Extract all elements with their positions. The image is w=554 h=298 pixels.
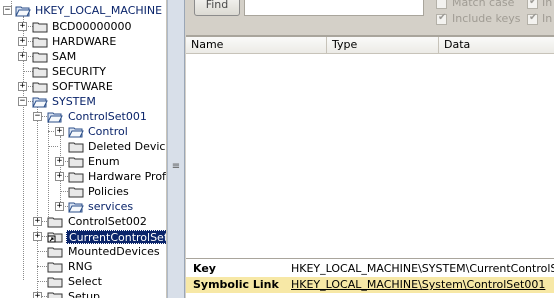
expand-icon[interactable]: + [18,52,27,61]
folder-icon [32,52,48,63]
open-folder-icon [68,127,84,138]
tree-item-label: MountedDevices [68,245,160,258]
symbolic-link-target[interactable]: HKEY_LOCAL_MACHINE\System\ControlSet001 [291,277,545,293]
tree-item-select[interactable]: Select [0,274,166,289]
column-header-data[interactable]: Data [439,37,554,54]
tree-item-label: HKEY_LOCAL_MACHINE [35,4,163,17]
expand-icon[interactable]: + [18,82,27,91]
folder-icon [32,82,48,93]
expand-icon[interactable]: + [55,157,64,166]
folder-icon [68,142,84,153]
tree-item-currentcontrolset[interactable]: + CurrentControlSet [0,229,166,244]
tree-item-label: SYSTEM [52,95,96,108]
tree-item-label: Deleted Device ID [88,140,166,153]
collapse-icon[interactable]: − [33,112,42,121]
tree-item-system[interactable]: − SYSTEM [0,94,166,109]
tree-item-controlset001[interactable]: − ControlSet001 [0,109,166,124]
tree-item-label: BCD00000000 [52,20,132,33]
tree-item-control[interactable]: + Control [0,124,166,139]
folder-icon [68,172,84,183]
expand-icon[interactable]: + [55,172,64,181]
tree-item-label: SOFTWARE [52,80,113,93]
shortcut-folder-icon [47,232,63,243]
column-header-name[interactable]: Name [186,37,327,54]
tree-item-label: Policies [88,185,129,198]
expand-icon[interactable]: + [33,232,42,241]
expand-icon[interactable]: + [33,217,42,226]
column-header-type[interactable]: Type [327,37,439,54]
tree-item-deleted-device-id[interactable]: Deleted Device ID [0,139,166,154]
tree-item-label: Hardware Profile [88,170,166,183]
expand-icon[interactable]: + [18,22,27,31]
folder-icon [47,277,63,288]
include-keys-label: Include keys [452,12,521,25]
open-folder-icon [32,97,48,108]
search-input[interactable] [244,0,424,16]
folder-icon [68,157,84,168]
folder-icon [47,262,63,273]
tree-item-label: Control [88,125,128,138]
tree-item-label: ControlSet002 [68,215,147,228]
collapse-icon[interactable]: − [3,6,12,15]
symbolic-link-label: Symbolic Link [193,278,279,291]
tree-item-mounteddevices[interactable]: MountedDevices [0,244,166,259]
tree-item-security[interactable]: SECURITY [0,64,166,79]
key-row: Key HKEY_LOCAL_MACHINE\SYSTEM\CurrentCon… [186,261,554,277]
tree-item-label: RNG [68,260,93,273]
find-button[interactable]: Find [194,0,240,16]
folder-icon [47,292,63,298]
tree-item-policies[interactable]: Policies [0,184,166,199]
expand-icon[interactable]: + [33,292,42,298]
registry-tree[interactable]: − HKEY_LOCAL_MACHINE + BCD00000000 + HAR… [0,0,167,298]
tree-item-label: ControlSet001 [68,110,147,123]
pane-splitter[interactable]: ≡ [167,0,185,298]
include-option-label: In [542,0,553,9]
include-option-checkbox[interactable] [527,12,538,25]
symbolic-link-row: Symbolic Link HKEY_LOCAL_MACHINE\System\… [186,277,554,293]
open-folder-icon [68,202,84,213]
tree-item-label: Select [68,275,102,288]
include-option-label: In [542,12,553,25]
tree-item-enum[interactable]: + Enum [0,154,166,169]
splitter-grip-icon: ≡ [171,161,181,172]
collapse-icon[interactable]: − [18,97,27,106]
tree-item-software[interactable]: + SOFTWARE [0,79,166,94]
open-folder-icon [47,112,63,123]
search-toolbar: Find Match case Include keys In In [186,0,554,36]
tree-item-hardware-profile[interactable]: + Hardware Profile [0,169,166,184]
key-path-value: HKEY_LOCAL_MACHINE\SYSTEM\CurrentControl… [291,262,554,275]
include-keys-checkbox[interactable] [436,12,447,25]
tree-item-label: SAM [52,50,77,63]
key-details-panel: Key HKEY_LOCAL_MACHINE\SYSTEM\CurrentCon… [186,258,554,298]
tree-item-services[interactable]: + services [0,199,166,214]
tree-item-hardware[interactable]: + HARDWARE [0,34,166,49]
tree-item-hklm[interactable]: − HKEY_LOCAL_MACHINE [0,3,166,18]
tree-item-label: services [88,200,134,213]
match-case-checkbox[interactable] [436,0,447,9]
tree-item-sam[interactable]: + SAM [0,49,166,64]
tree-item-label: SECURITY [52,65,106,78]
folder-icon [32,22,48,33]
folder-icon [47,247,63,258]
tree-item-label: Enum [88,155,120,168]
expand-icon[interactable]: + [55,202,64,211]
key-label: Key [193,262,216,275]
tree-item-label: Setup [68,290,101,298]
folder-icon [68,187,84,198]
tree-item-setup[interactable]: + Setup [0,289,166,298]
folder-icon [32,67,48,78]
expand-icon[interactable]: + [18,37,27,46]
tree-item-rng[interactable]: RNG [0,259,166,274]
folder-icon [47,217,63,228]
folder-icon [32,37,48,48]
tree-item-controlset002[interactable]: + ControlSet002 [0,214,166,229]
tree-item-label: HARDWARE [52,35,117,48]
include-option-checkbox[interactable] [527,0,538,9]
tree-item-bcd[interactable]: + BCD00000000 [0,19,166,34]
values-list[interactable]: Name Type Data [186,36,554,258]
match-case-label: Match case [452,0,515,9]
open-folder-icon [15,6,31,17]
expand-icon[interactable]: + [55,127,64,136]
tree-item-label-selected: CurrentControlSet [66,230,166,244]
